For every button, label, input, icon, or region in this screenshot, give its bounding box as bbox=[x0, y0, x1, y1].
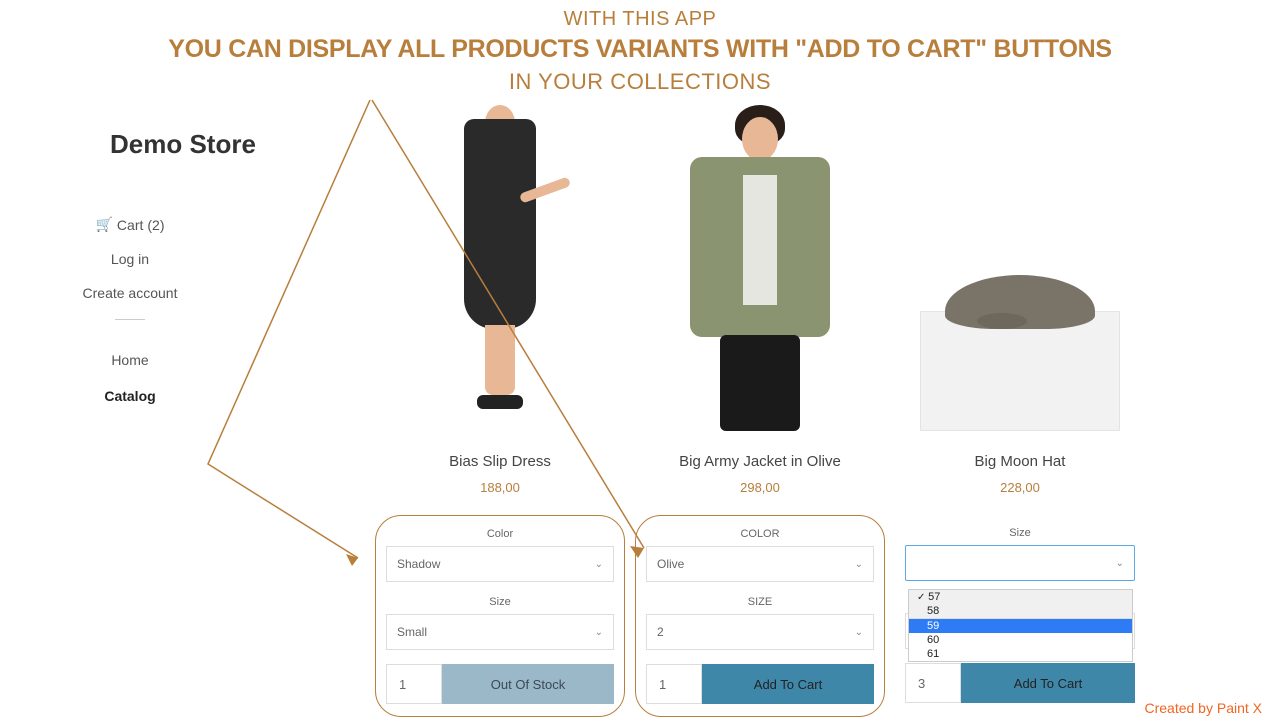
product-title[interactable]: Big Army Jacket in Olive bbox=[679, 453, 841, 470]
product-card: Big Moon Hat 228,00 Size ⌄ 57 58 59 60 6… bbox=[900, 95, 1140, 717]
variant-panel: Size ⌄ 57 58 59 60 61 Color bbox=[895, 515, 1145, 715]
product-price: 188,00 bbox=[480, 480, 520, 495]
size-dropdown: 57 58 59 60 61 bbox=[908, 589, 1133, 662]
cart-count: (2) bbox=[147, 217, 164, 233]
add-to-cart-button[interactable]: Add To Cart bbox=[961, 663, 1135, 703]
size-label: Size bbox=[386, 596, 614, 608]
sidebar-nav-catalog[interactable]: Catalog bbox=[0, 388, 260, 404]
cart-label: Cart bbox=[117, 217, 143, 233]
size-select[interactable]: 2 ⌄ bbox=[646, 614, 874, 650]
size-option[interactable]: 57 bbox=[909, 590, 1132, 604]
size-value: 2 bbox=[657, 625, 664, 639]
product-title[interactable]: Big Moon Hat bbox=[975, 453, 1066, 470]
size-option[interactable]: 59 bbox=[909, 619, 1132, 633]
promo-line-2: YOU CAN DISPLAY ALL PRODUCTS VARIANTS WI… bbox=[0, 35, 1280, 64]
variant-panel: COLOR Olive ⌄ SIZE 2 ⌄ 1 Add To Cart bbox=[635, 515, 885, 717]
promo-header: WITH THIS APP YOU CAN DISPLAY ALL PRODUC… bbox=[0, 0, 1280, 95]
color-label: Color bbox=[386, 528, 614, 540]
size-label: SIZE bbox=[646, 596, 874, 608]
sidebar-cart-link[interactable]: 🛒 Cart (2) bbox=[0, 216, 260, 233]
size-value: Small bbox=[397, 625, 427, 639]
size-select[interactable]: ⌄ 57 58 59 60 61 bbox=[905, 545, 1135, 581]
product-price: 228,00 bbox=[1000, 480, 1040, 495]
sidebar-login-link[interactable]: Log in bbox=[0, 251, 260, 267]
sidebar-divider bbox=[115, 319, 145, 320]
product-grid: Bias Slip Dress 188,00 Color Shadow ⌄ Si… bbox=[260, 95, 1140, 717]
color-value: Olive bbox=[657, 557, 684, 571]
store-title: Demo Store bbox=[110, 129, 260, 160]
sidebar-nav-home[interactable]: Home bbox=[0, 352, 260, 368]
out-of-stock-button: Out Of Stock bbox=[442, 664, 614, 704]
size-option[interactable]: 61 bbox=[909, 647, 1132, 661]
color-select[interactable]: Shadow ⌄ bbox=[386, 546, 614, 582]
product-card: Big Army Jacket in Olive 298,00 COLOR Ol… bbox=[640, 95, 880, 717]
add-to-cart-button[interactable]: Add To Cart bbox=[702, 664, 874, 704]
product-image[interactable] bbox=[900, 95, 1140, 431]
color-value: Shadow bbox=[397, 557, 440, 571]
size-option[interactable]: 58 bbox=[909, 604, 1132, 618]
credit-label: Created by Paint X bbox=[1144, 700, 1262, 716]
product-image[interactable] bbox=[640, 95, 880, 431]
variant-panel: Color Shadow ⌄ Size Small ⌄ 1 Out Of Sto… bbox=[375, 515, 625, 717]
product-title[interactable]: Bias Slip Dress bbox=[449, 453, 551, 470]
sidebar-create-account-link[interactable]: Create account bbox=[0, 285, 260, 301]
size-select[interactable]: Small ⌄ bbox=[386, 614, 614, 650]
promo-line-3: IN YOUR COLLECTIONS bbox=[0, 69, 1280, 95]
size-label: Size bbox=[905, 527, 1135, 539]
quantity-input[interactable]: 1 bbox=[386, 664, 442, 704]
cart-icon: 🛒 bbox=[95, 216, 112, 233]
sidebar: Demo Store 🛒 Cart (2) Log in Create acco… bbox=[0, 95, 260, 717]
chevron-down-icon: ⌄ bbox=[855, 559, 863, 570]
product-image[interactable] bbox=[380, 95, 620, 431]
size-option[interactable]: 60 bbox=[909, 633, 1132, 647]
quantity-input[interactable]: 1 bbox=[646, 664, 702, 704]
chevron-down-icon: ⌄ bbox=[1116, 558, 1124, 569]
chevron-down-icon: ⌄ bbox=[855, 627, 863, 638]
promo-line-1: WITH THIS APP bbox=[0, 8, 1280, 31]
color-label: COLOR bbox=[646, 528, 874, 540]
chevron-down-icon: ⌄ bbox=[595, 627, 603, 638]
product-card: Bias Slip Dress 188,00 Color Shadow ⌄ Si… bbox=[380, 95, 620, 717]
chevron-down-icon: ⌄ bbox=[595, 559, 603, 570]
product-price: 298,00 bbox=[740, 480, 780, 495]
color-select[interactable]: Olive ⌄ bbox=[646, 546, 874, 582]
quantity-input[interactable]: 3 bbox=[905, 663, 961, 703]
